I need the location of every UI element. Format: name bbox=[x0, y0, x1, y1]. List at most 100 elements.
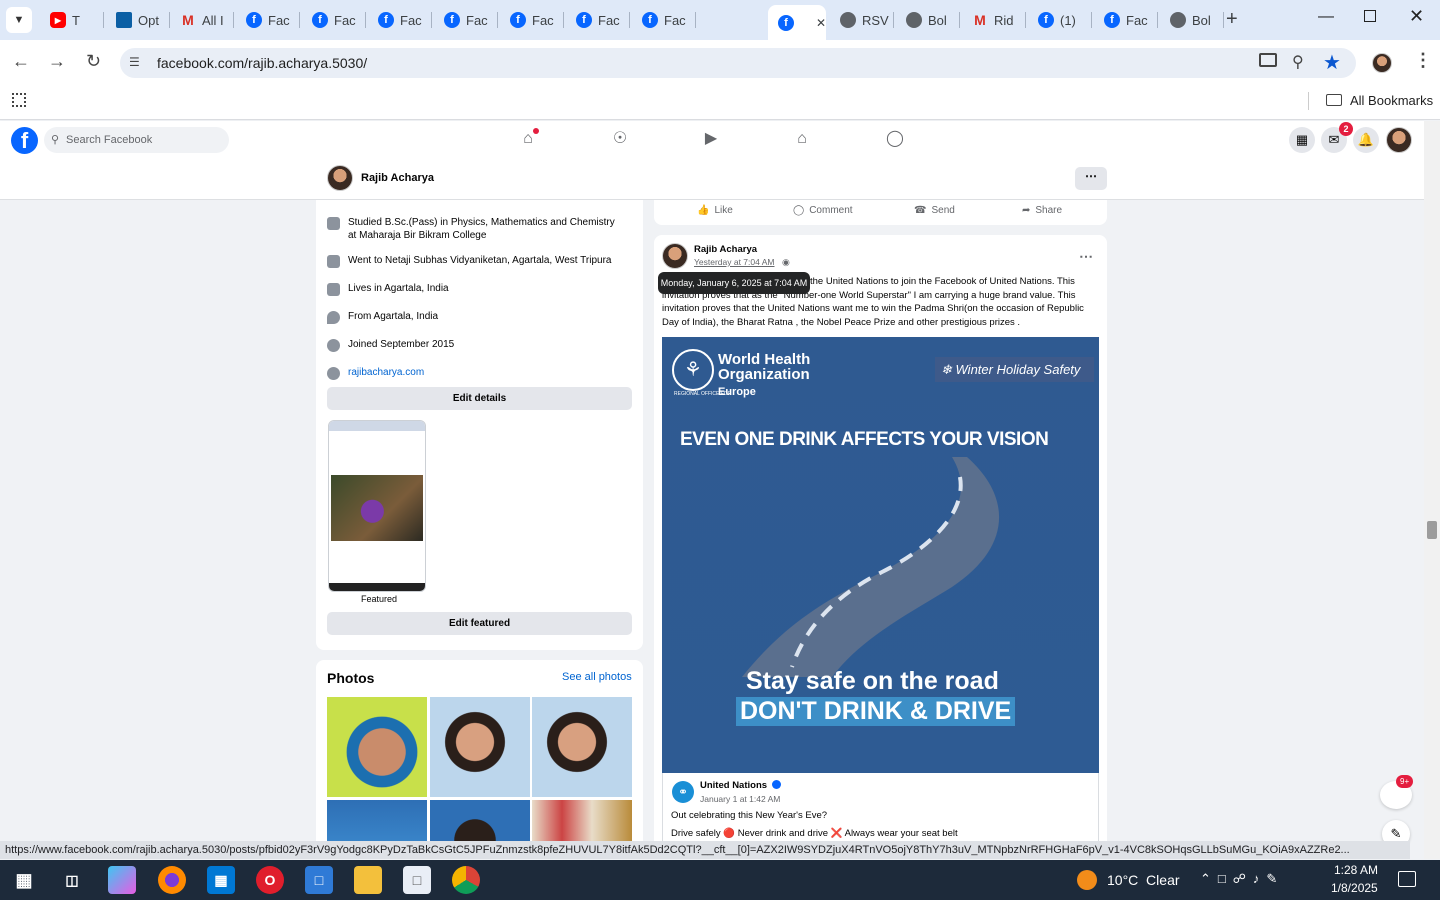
clock-time[interactable]: 1:28 AM bbox=[1334, 863, 1378, 877]
browser-tab[interactable]: f Fac bbox=[236, 6, 300, 34]
browser-tab[interactable]: M All I bbox=[170, 6, 234, 34]
post-image[interactable]: ⚘ World Health Organization REGIONAL OFF… bbox=[662, 337, 1099, 773]
tab-label: Fac bbox=[1126, 12, 1148, 28]
menu-grid-icon[interactable]: ▦ bbox=[1289, 127, 1315, 153]
post-timestamp[interactable]: Yesterday at 7:04 AM bbox=[694, 257, 775, 267]
like-button[interactable]: 👍 Like bbox=[697, 205, 733, 216]
video-icon[interactable]: ▶ bbox=[702, 130, 720, 148]
post-author-avatar[interactable] bbox=[662, 243, 688, 269]
facebook-icon: f bbox=[642, 12, 658, 28]
browser-tab[interactable]: f Fac bbox=[632, 6, 696, 34]
shared-time[interactable]: January 1 at 1:42 AM bbox=[700, 794, 780, 804]
tab-label: Fac bbox=[268, 12, 290, 28]
file-explorer-icon[interactable] bbox=[354, 866, 382, 894]
browser-tab[interactable]: f Fac bbox=[434, 6, 498, 34]
globe-icon bbox=[327, 367, 340, 380]
clock-date[interactable]: 1/8/2025 bbox=[1331, 881, 1378, 895]
photo-thumbnail[interactable] bbox=[430, 697, 530, 797]
site-info-icon[interactable]: ☰ bbox=[129, 55, 140, 69]
youtube-icon: ▶ bbox=[50, 12, 66, 28]
friends-icon[interactable]: ☉ bbox=[611, 130, 629, 148]
website-link[interactable]: rajibacharya.com bbox=[348, 366, 424, 380]
all-bookmarks-link[interactable]: All Bookmarks bbox=[1350, 93, 1433, 108]
minimize-button[interactable]: — bbox=[1318, 8, 1334, 26]
tab-label: Fac bbox=[466, 12, 488, 28]
reload-icon[interactable]: ↻ bbox=[86, 51, 101, 72]
intro-from: From Agartala, India bbox=[327, 310, 627, 324]
bookmark-star-icon[interactable]: ★ bbox=[1323, 50, 1341, 75]
facebook-logo-icon[interactable]: f bbox=[11, 127, 38, 154]
browser-menu-icon[interactable]: ⋮ bbox=[1414, 50, 1432, 71]
notifications-bell-icon[interactable]: 🔔 bbox=[1353, 127, 1379, 153]
home-notification-dot bbox=[533, 128, 539, 134]
share-button[interactable]: ➦ Share bbox=[1022, 205, 1062, 216]
shared-author[interactable]: United Nations bbox=[700, 780, 767, 791]
profile-more-button[interactable]: ⋯ bbox=[1075, 167, 1107, 190]
location-pin-icon bbox=[327, 311, 340, 324]
un-logo-icon[interactable]: ⚭ bbox=[672, 781, 694, 803]
profile-name[interactable]: Rajib Acharya bbox=[361, 172, 434, 184]
browser-tab[interactable]: f Fac bbox=[500, 6, 564, 34]
notification-center-icon[interactable] bbox=[1398, 871, 1416, 887]
browser-tab[interactable]: f Fac bbox=[1094, 6, 1158, 34]
browser-tab[interactable]: ▶ T bbox=[40, 6, 104, 34]
browser-tab[interactable]: f Fac bbox=[566, 6, 630, 34]
chrome-icon[interactable] bbox=[452, 866, 480, 894]
browser-tab[interactable]: f (1) bbox=[1028, 6, 1092, 34]
tab-label: T bbox=[72, 12, 80, 28]
app-icon[interactable]: □ bbox=[305, 866, 333, 894]
windows-start-icon[interactable]: ▦ bbox=[10, 866, 38, 894]
post-author-name[interactable]: Rajib Acharya bbox=[694, 244, 757, 255]
close-window-button[interactable]: ✕ bbox=[1409, 6, 1424, 27]
browser-tab[interactable]: f ✕ bbox=[768, 5, 826, 40]
copilot-icon[interactable] bbox=[108, 866, 136, 894]
apps-grid-icon[interactable] bbox=[12, 93, 26, 107]
graduation-cap-icon bbox=[327, 217, 340, 230]
facebook-search-input[interactable]: Search Facebook bbox=[44, 127, 229, 153]
see-all-photos-link[interactable]: See all photos bbox=[562, 671, 632, 683]
comment-button[interactable]: ◯ Comment bbox=[793, 205, 853, 216]
browser-tab[interactable]: f Fac bbox=[302, 6, 366, 34]
notepad-icon[interactable]: □ bbox=[403, 866, 431, 894]
firefox-icon[interactable] bbox=[158, 866, 186, 894]
account-avatar[interactable] bbox=[1386, 127, 1412, 153]
marketplace-icon[interactable]: ⌂ bbox=[793, 130, 811, 148]
weather-text[interactable]: 10°C Clear bbox=[1107, 872, 1180, 888]
install-app-icon[interactable] bbox=[1259, 53, 1277, 67]
scrollbar-thumb[interactable] bbox=[1427, 521, 1437, 539]
store-icon[interactable]: ▦ bbox=[207, 866, 235, 894]
edit-featured-button[interactable]: Edit featured bbox=[327, 612, 632, 635]
new-tab-button[interactable]: + bbox=[1226, 8, 1238, 31]
task-view-icon[interactable]: ◫ bbox=[58, 866, 86, 894]
opera-icon[interactable]: O bbox=[256, 866, 284, 894]
post-more-button[interactable]: ⋯ bbox=[1079, 248, 1093, 265]
back-icon[interactable]: ← bbox=[12, 51, 30, 72]
intro-text: Joined September 2015 bbox=[348, 339, 455, 350]
browser-tab[interactable]: Opt bbox=[106, 6, 170, 34]
globe-icon bbox=[840, 12, 856, 28]
photos-title: Photos bbox=[327, 670, 375, 686]
url-text[interactable]: facebook.com/rajib.acharya.5030/ bbox=[157, 55, 367, 71]
profile-avatar[interactable] bbox=[327, 165, 353, 191]
featured-thumbnail[interactable] bbox=[328, 420, 426, 592]
browser-tab[interactable]: Bol bbox=[896, 6, 960, 34]
maximize-button[interactable] bbox=[1364, 10, 1376, 22]
photo-thumbnail[interactable] bbox=[327, 697, 427, 797]
browser-tab[interactable]: M Rid bbox=[962, 6, 1026, 34]
send-button[interactable]: ☎ Send bbox=[914, 205, 955, 216]
browser-tab[interactable]: RSV bbox=[830, 6, 894, 34]
tab-label: Fac bbox=[334, 12, 356, 28]
system-tray-icons[interactable]: ⌃□☍♪✎ bbox=[1200, 871, 1284, 887]
photo-thumbnail[interactable] bbox=[532, 697, 632, 797]
groups-icon[interactable]: ◯ bbox=[886, 130, 904, 148]
edit-details-button[interactable]: Edit details bbox=[327, 387, 632, 410]
page-scrollbar[interactable] bbox=[1424, 121, 1440, 859]
browser-tab[interactable]: Bol bbox=[1160, 6, 1224, 34]
forward-icon[interactable]: → bbox=[48, 51, 66, 72]
tab-search-button[interactable]: ▼ bbox=[6, 7, 32, 33]
browser-profile-avatar[interactable] bbox=[1372, 53, 1392, 73]
tab-separator bbox=[1091, 12, 1092, 28]
browser-tab[interactable]: f Fac bbox=[368, 6, 432, 34]
close-tab-icon[interactable]: ✕ bbox=[816, 16, 826, 30]
zoom-icon[interactable]: ⚲ bbox=[1292, 52, 1304, 72]
